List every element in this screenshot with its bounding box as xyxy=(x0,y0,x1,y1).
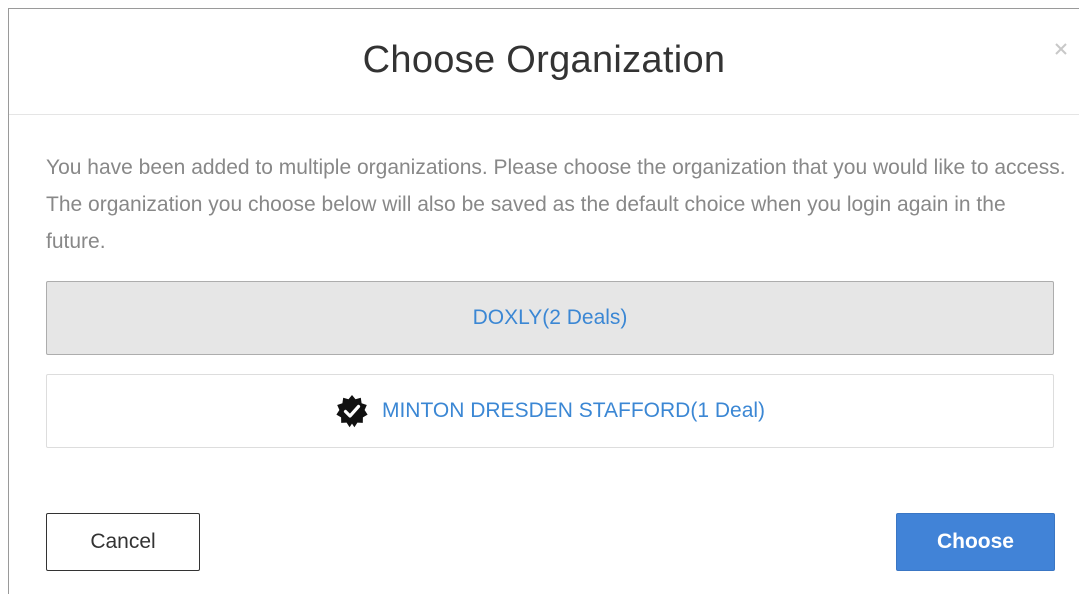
dialog-description: You have been added to multiple organiza… xyxy=(46,156,1066,253)
cancel-button[interactable]: Cancel xyxy=(46,513,200,571)
dialog-title: Choose Organization xyxy=(362,39,726,81)
organization-option-minton-dresden-stafford[interactable]: MINTON DRESDEN STAFFORD(1 Deal) xyxy=(46,374,1054,448)
choose-button[interactable]: Choose xyxy=(896,513,1055,571)
organization-label: MINTON DRESDEN STAFFORD(1 Deal) xyxy=(381,399,766,422)
verified-badge-icon xyxy=(335,394,369,428)
dialog-header: Choose Organization xyxy=(9,9,1079,115)
organization-option-doxly[interactable]: DOXLY(2 Deals) xyxy=(46,281,1054,355)
choose-organization-dialog: Choose Organization You have been added … xyxy=(8,8,1079,594)
close-button[interactable] xyxy=(1049,37,1073,61)
organization-label: DOXLY(2 Deals) xyxy=(472,306,628,329)
close-icon xyxy=(1054,42,1068,56)
